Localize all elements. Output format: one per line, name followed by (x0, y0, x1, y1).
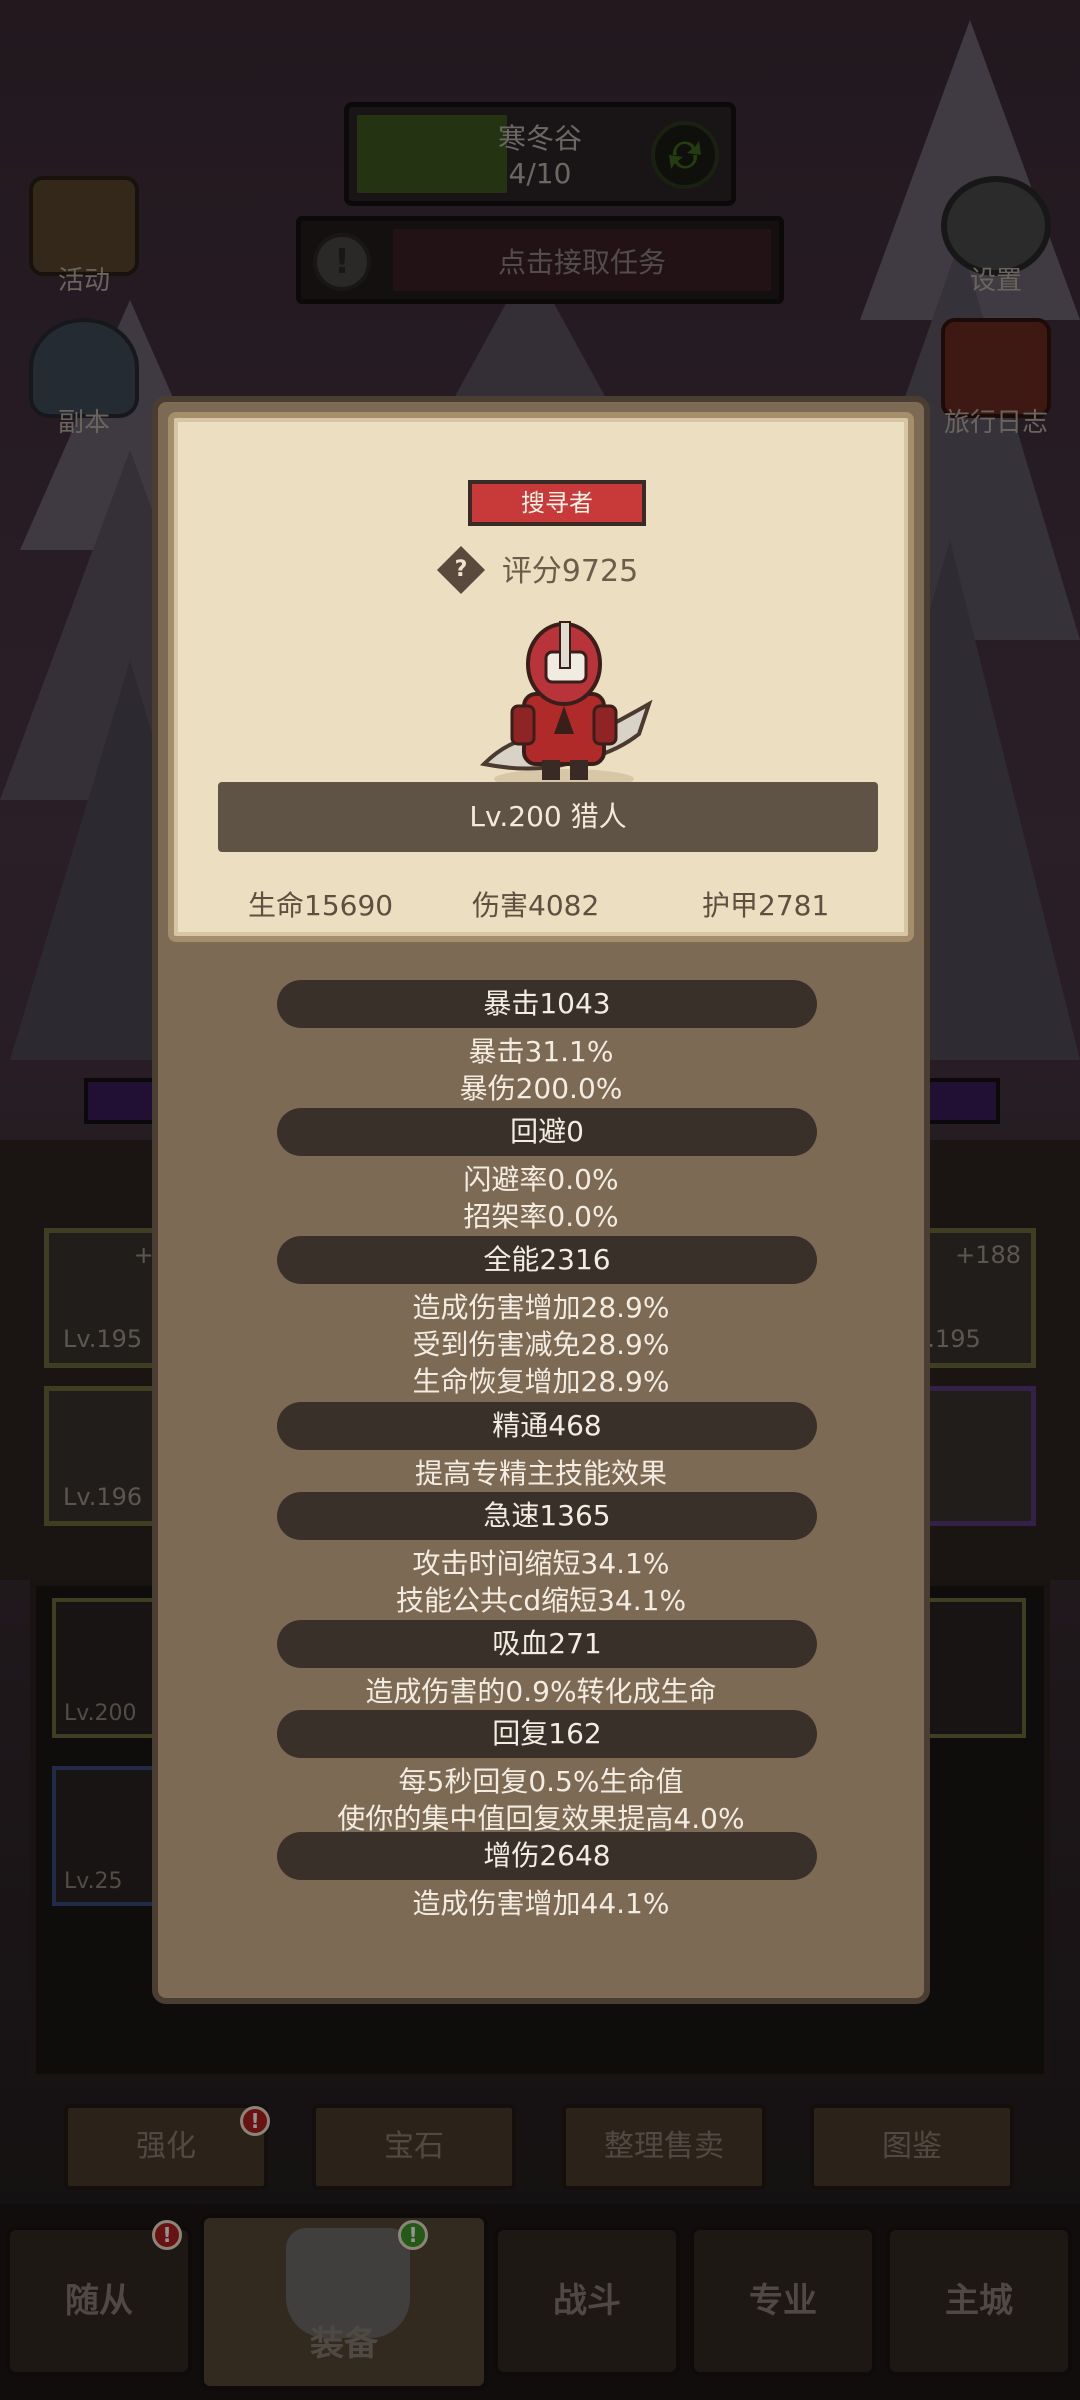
score-label: 评分9725 (501, 554, 639, 589)
dodge-header: 回避0 (277, 1108, 817, 1156)
versatility-header: 全能2316 (277, 1236, 817, 1284)
haste-line: 技能公共cd缩短34.1% (395, 1584, 687, 1617)
versatility-line: 生命恢复增加28.9% (412, 1365, 670, 1398)
crit-header: 暴击1043 (277, 980, 817, 1028)
damage-stat: 伤害4082 (472, 889, 600, 922)
damage-bonus-line: 造成伤害增加44.1% (412, 1887, 670, 1920)
mastery-header: 精通468 (277, 1402, 817, 1450)
hero-stats-panel: 搜寻者 ? 评分9725 Lv.200 猎人 生命15690 伤害4082 护甲2… (152, 396, 930, 2004)
mastery-line: 提高专精主技能效果 (414, 1457, 667, 1490)
help-icon[interactable]: ? (436, 545, 485, 594)
crit-line: 暴击31.1% (468, 1035, 614, 1068)
damage-bonus-header: 增伤2648 (277, 1832, 817, 1880)
level-title: Lv.200 猎人 (218, 782, 878, 852)
dodge-line: 闪避率0.0% (463, 1163, 619, 1196)
regen-line: 每5秒回复0.5%生命值 (398, 1765, 684, 1798)
hp-stat: 生命15690 (248, 889, 394, 922)
versatility-line: 造成伤害增加28.9% (412, 1291, 670, 1324)
armor-stat: 护甲2781 (702, 889, 830, 922)
hero-card: 搜寻者 ? 评分9725 Lv.200 猎人 生命15690 伤害4082 护甲2… (168, 412, 914, 942)
haste-line: 攻击时间缩短34.1% (412, 1547, 670, 1580)
crit-line: 暴伤200.0% (459, 1072, 623, 1105)
lifesteal-line: 造成伤害的0.9%转化成生命 (365, 1675, 717, 1708)
haste-header: 急速1365 (277, 1492, 817, 1540)
hunter-character-sprite (479, 621, 653, 789)
regen-line: 使你的集中值回复效果提高4.0% (337, 1802, 745, 1835)
class-badge: 搜寻者 (468, 480, 646, 526)
versatility-line: 受到伤害减免28.9% (412, 1328, 670, 1361)
dodge-line: 招架率0.0% (463, 1200, 619, 1233)
score-row: ? 评分9725 (174, 545, 908, 594)
regen-header: 回复162 (277, 1710, 817, 1758)
lifesteal-header: 吸血271 (277, 1620, 817, 1668)
